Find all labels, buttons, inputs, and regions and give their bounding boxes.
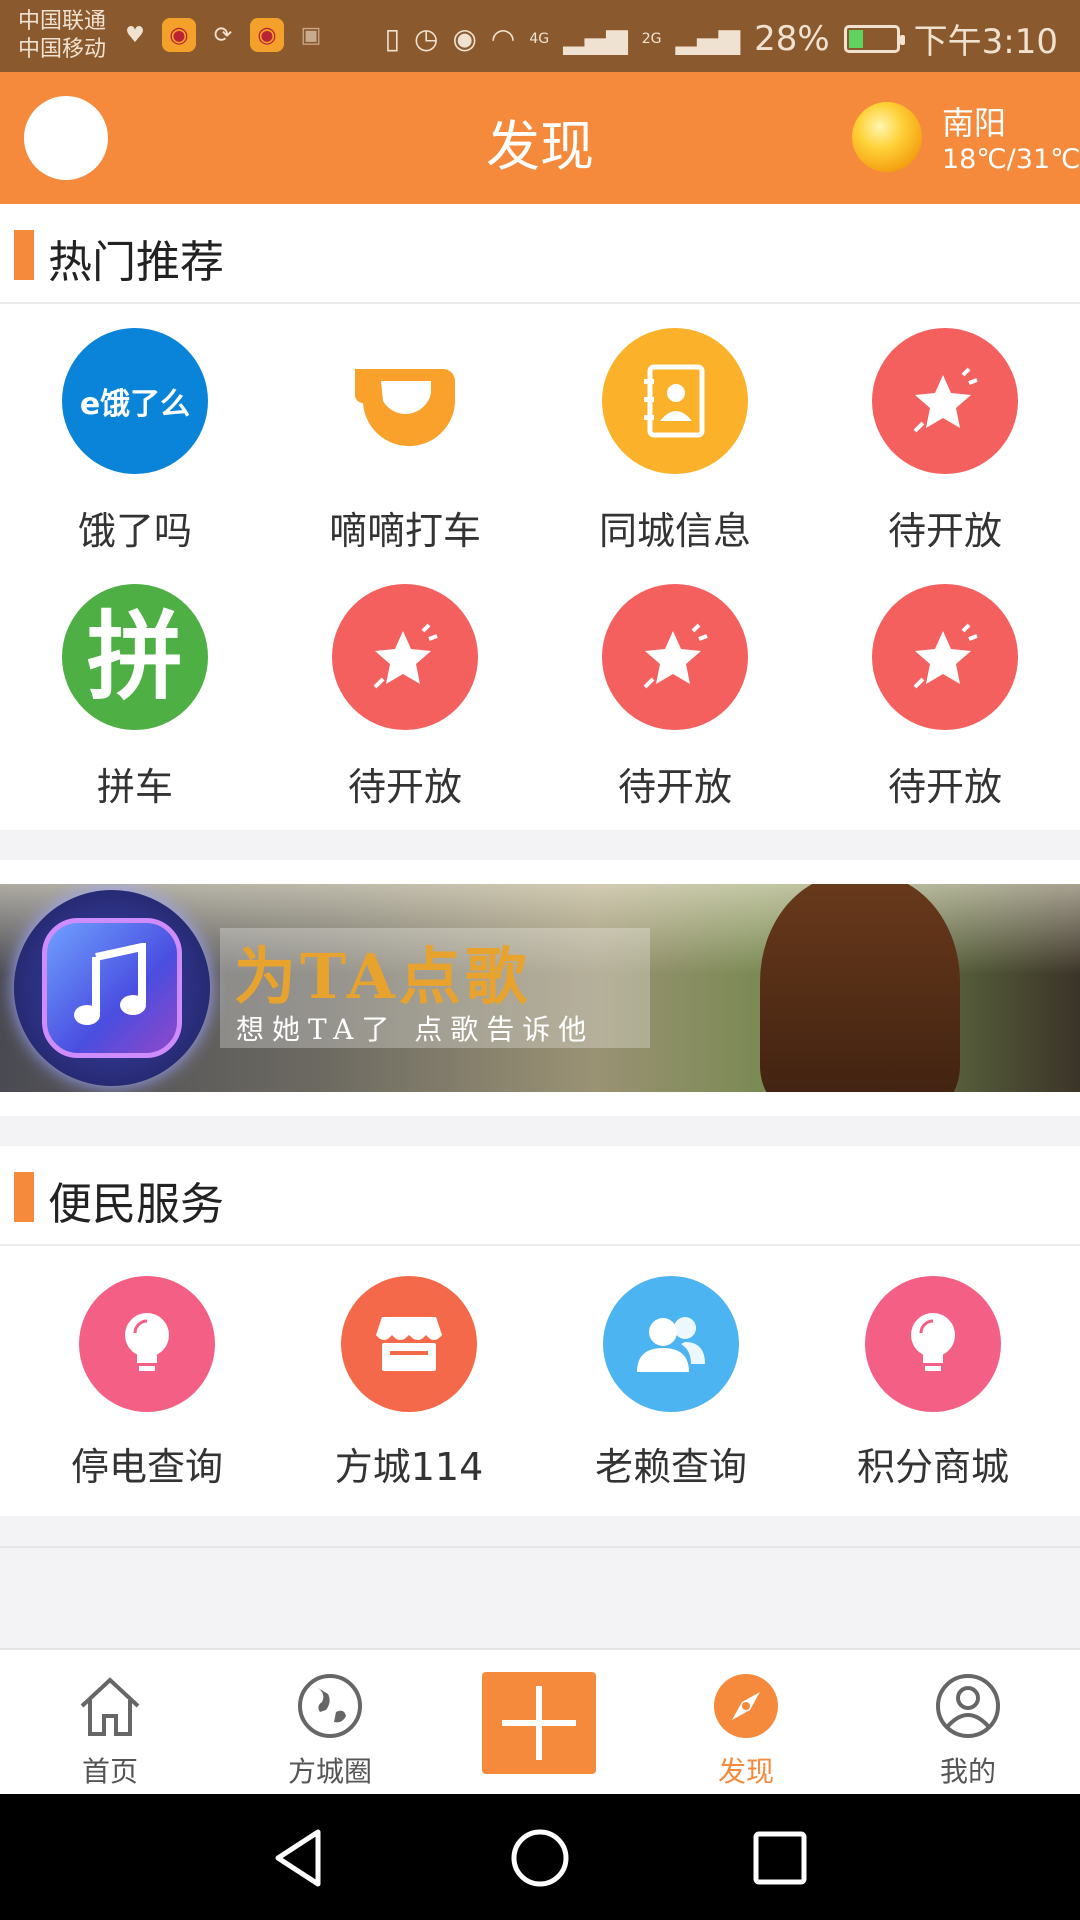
clock: 下午3:10 <box>913 22 1058 62</box>
system-nav-bar <box>0 1794 1080 1920</box>
services-section: 便民服务 停电查询 方城114 老赖查询 积分商城 <box>0 1146 1080 1516</box>
hot-item-label: 饿了吗 <box>77 509 192 553</box>
profile-icon <box>936 1674 1000 1738</box>
vibrate-icon: ▯ <box>384 22 400 55</box>
banner-girl-image <box>760 884 960 1092</box>
section-accent <box>14 230 34 280</box>
hot-item-carpool[interactable]: 拼 拼车 <box>0 584 270 834</box>
song-request-banner[interactable]: 为TA点歌 想她TA了 点歌告诉他 <box>0 884 1080 1092</box>
carrier-1: 中国联通 <box>18 9 107 34</box>
bottom-nav: 首页 方城圈 发现 我的 <box>0 1648 1080 1794</box>
hot-item-label: 嘀嘀打车 <box>328 509 481 553</box>
weather-temp[interactable]: 18℃/31℃ <box>942 144 1080 175</box>
star-icon <box>872 584 1018 730</box>
recents-icon[interactable] <box>746 1824 814 1892</box>
signal-icon: ▂▄▆ <box>563 22 628 55</box>
home-icon <box>80 1677 140 1736</box>
carpool-logo-text: 拼 <box>87 601 183 713</box>
banner-title: 为TA点歌 <box>234 940 531 1013</box>
nav-label: 发现 <box>717 1755 774 1788</box>
services-section-header: 便民服务 <box>0 1146 1080 1246</box>
hot-item-coming-soon-2[interactable]: 待开放 <box>270 584 540 834</box>
battery-icon <box>843 24 905 53</box>
lightbulb-icon <box>79 1276 215 1412</box>
nav-circle[interactable]: 方城圈 <box>222 1650 438 1796</box>
hot-item-coming-soon-4[interactable]: 待开放 <box>810 584 1080 834</box>
eye-comfort-icon: ◉ <box>452 22 477 55</box>
status-bar: 中国联通 中国移动 ♥ ◉ ⟳ ◉ ▣ ▯ ◷ ◉ ◠ 4G ▂▄▆ 2G ▂▄… <box>0 0 1080 72</box>
banner-subtitle: 想她TA了 点歌告诉他 <box>236 1013 595 1046</box>
sync-icon: ⟳ <box>213 22 233 48</box>
service-power-outage[interactable]: 停电查询 <box>16 1276 278 1489</box>
eleme-logo-text: e饿了么 <box>79 387 191 422</box>
wifi-icon: ◠ <box>490 22 516 55</box>
globe-icon <box>298 1674 362 1738</box>
hot-item-label: 待开放 <box>347 765 462 809</box>
section-accent <box>14 1172 34 1222</box>
weibo-icon: ◉ <box>162 18 196 52</box>
plus-icon[interactable] <box>482 1672 596 1774</box>
heart-rate-icon: ♥ <box>125 22 145 48</box>
service-points-mall[interactable]: 积分商城 <box>802 1276 1064 1489</box>
star-icon <box>602 584 748 730</box>
hot-item-label: 待开放 <box>887 765 1002 809</box>
weather-city[interactable]: 南阳 <box>942 98 1006 144</box>
clipboard-icon: ▣ <box>300 22 322 48</box>
compass-icon <box>714 1674 778 1738</box>
hot-section-header: 热门推荐 <box>0 204 1080 304</box>
shop-icon <box>341 1276 477 1412</box>
hot-item-label: 待开放 <box>887 509 1002 553</box>
sun-icon[interactable] <box>852 102 922 172</box>
nav-home[interactable]: 首页 <box>2 1650 218 1796</box>
star-icon <box>872 328 1018 474</box>
network-2g-label: 2G <box>641 30 662 47</box>
battery-percent: 28% <box>754 18 830 59</box>
hot-section-title: 热门推荐 <box>48 237 224 288</box>
network-4g-label: 4G <box>529 30 550 47</box>
service-label: 老赖查询 <box>594 1445 747 1489</box>
hot-item-label: 拼车 <box>96 765 173 809</box>
service-label: 积分商城 <box>856 1445 1009 1489</box>
star-icon <box>332 584 478 730</box>
home-circle-icon[interactable] <box>506 1824 574 1892</box>
notification-icons: ♥ ◉ ⟳ ◉ ▣ <box>118 18 328 52</box>
weibo-icon-2: ◉ <box>250 18 284 52</box>
nav-label: 首页 <box>81 1755 138 1788</box>
service-fangcheng-114[interactable]: 方城114 <box>278 1276 540 1489</box>
app-header: 发现 南阳 18℃/31℃ <box>0 72 1080 204</box>
hot-item-coming-soon-3[interactable]: 待开放 <box>540 584 810 834</box>
didi-icon <box>332 328 478 474</box>
hot-item-local-info[interactable]: 同城信息 <box>540 328 810 578</box>
back-icon[interactable] <box>266 1824 334 1892</box>
alarm-icon: ◷ <box>414 22 439 55</box>
nav-label: 方城圈 <box>287 1755 372 1788</box>
eleme-icon: e饿了么 <box>62 328 208 474</box>
contacts-book-icon <box>602 328 748 474</box>
nav-discover[interactable]: 发现 <box>638 1650 854 1796</box>
hot-item-label: 待开放 <box>617 765 732 809</box>
service-label: 方城114 <box>334 1445 484 1489</box>
hot-item-didi[interactable]: 嘀嘀打车 <box>270 328 540 578</box>
service-label: 停电查询 <box>70 1445 223 1489</box>
nav-profile[interactable]: 我的 <box>860 1650 1076 1796</box>
hot-item-eleme[interactable]: e饿了么 饿了吗 <box>0 328 270 578</box>
music-note-icon <box>42 918 182 1058</box>
services-section-title: 便民服务 <box>48 1179 224 1230</box>
hot-section: 热门推荐 e饿了么 饿了吗 嘀嘀打车 同城信息 待开放 拼 拼车 待开放 待开放… <box>0 204 1080 830</box>
service-debtor-lookup[interactable]: 老赖查询 <box>540 1276 802 1489</box>
divider <box>0 1546 1080 1548</box>
nav-label: 我的 <box>939 1755 996 1788</box>
lightbulb-icon <box>865 1276 1001 1412</box>
hot-item-label: 同城信息 <box>598 509 751 553</box>
users-icon <box>603 1276 739 1412</box>
signal-icon-2: ▂▄▆ <box>675 22 741 55</box>
system-indicators: ▯ ◷ ◉ ◠ 4G ▂▄▆ 2G ▂▄▆ 28% 下午3:10 <box>385 14 1058 63</box>
carpool-icon: 拼 <box>62 584 208 730</box>
carrier-info: 中国联通 中国移动 <box>18 8 106 64</box>
carrier-2: 中国移动 <box>18 37 107 62</box>
hot-item-coming-soon-1[interactable]: 待开放 <box>810 328 1080 578</box>
